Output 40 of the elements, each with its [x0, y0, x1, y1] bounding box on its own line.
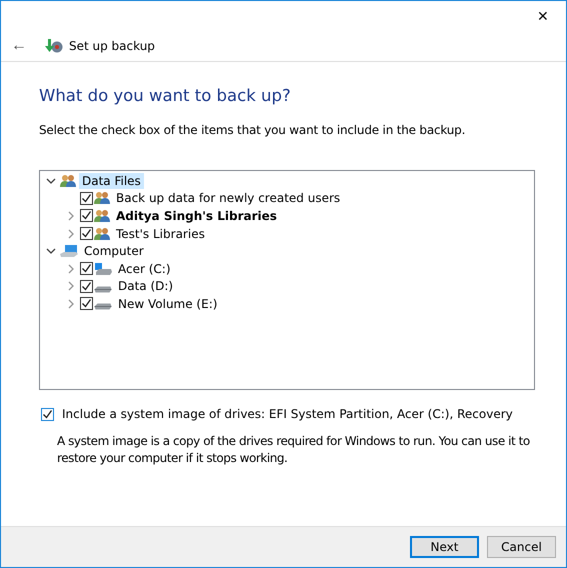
cancel-button[interactable]: Cancel: [487, 536, 556, 558]
checkbox[interactable]: [80, 262, 93, 276]
window-title: Set up backup: [69, 39, 155, 53]
checkbox[interactable]: [80, 227, 93, 240]
expand-icon[interactable]: [66, 298, 76, 309]
tree-item[interactable]: Back up data for newly created users: [113, 190, 344, 206]
expand-icon[interactable]: [66, 264, 76, 274]
page-heading: What do you want to back up?: [39, 86, 292, 105]
drive-icon: [94, 286, 112, 293]
expand-icon[interactable]: [66, 228, 76, 239]
tree-item[interactable]: Data Files: [79, 172, 144, 189]
drive-icon: [94, 303, 112, 310]
description-text: A system image is a copy of the drives required for Windows to run. You can use it to restore your computer if it stops working.: [57, 433, 531, 467]
expand-icon[interactable]: [66, 281, 76, 292]
instruction-text: Select the check box of the items that you want to include in the backup.: [39, 123, 466, 137]
backup-icon: [45, 38, 63, 54]
users-icon: [60, 174, 76, 188]
tree-item[interactable]: Acer (C:): [115, 260, 174, 277]
back-button[interactable]: ←: [7, 37, 31, 55]
drive-icon: [94, 262, 112, 276]
checkbox-label[interactable]: Include a system image of drives: EFI System Partition, Acer (C:), Recovery: [62, 407, 513, 421]
checkbox[interactable]: [80, 297, 93, 310]
tree-item[interactable]: New Volume (E:): [115, 296, 220, 312]
collapse-icon[interactable]: [46, 246, 56, 256]
computer-icon: [60, 244, 78, 258]
users-icon: [94, 226, 110, 241]
close-button[interactable]: ✕: [520, 1, 566, 31]
tree-item[interactable]: Test's Libraries: [113, 226, 208, 242]
checkbox[interactable]: [80, 280, 93, 293]
checkbox[interactable]: [41, 408, 54, 420]
tree-item[interactable]: Aditya Singh's Libraries: [113, 208, 280, 224]
next-button[interactable]: Next: [410, 536, 479, 558]
collapse-icon[interactable]: [46, 176, 56, 186]
expand-icon[interactable]: [66, 210, 76, 221]
tree-item[interactable]: Data (D:): [115, 278, 176, 294]
users-icon: [94, 208, 110, 223]
checkbox[interactable]: [80, 192, 93, 205]
users-icon: [94, 191, 110, 206]
tree-item[interactable]: Computer: [81, 243, 147, 260]
checkbox[interactable]: [80, 209, 93, 222]
